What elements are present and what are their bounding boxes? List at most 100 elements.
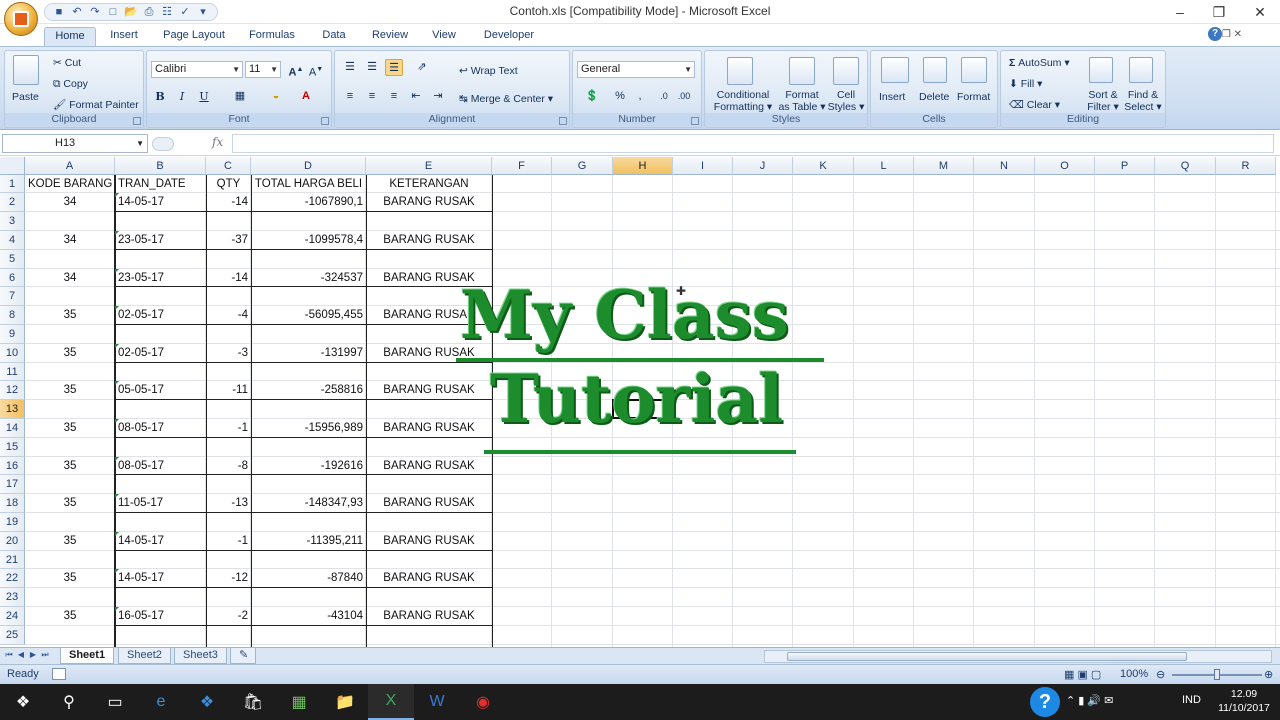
format-painter-button[interactable]: 🖌 Format Painter [53, 99, 139, 111]
align-left-icon[interactable]: ≡ [341, 88, 359, 105]
row-header-19[interactable]: 19 [0, 513, 25, 532]
cell-tran-date[interactable]: 11-05-17 [115, 494, 206, 513]
align-bottom-icon[interactable]: ☰ [385, 59, 403, 76]
tab-home[interactable]: Home [44, 27, 96, 46]
cell-kode-barang[interactable]: 35 [25, 344, 115, 363]
column-header-r[interactable]: R [1216, 157, 1276, 175]
close-button[interactable]: ✕ [1244, 2, 1276, 22]
cell-tran-date[interactable]: 08-05-17 [115, 419, 206, 438]
cell-qty[interactable]: -14 [206, 193, 251, 212]
delete-cells-button[interactable]: Delete [919, 91, 949, 103]
column-header-a[interactable]: A [25, 157, 115, 175]
header-cell[interactable]: KETERANGAN [366, 175, 492, 194]
cell-keterangan[interactable]: BARANG RUSAK [366, 193, 492, 212]
cell-total-harga-beli[interactable]: -258816 [251, 381, 366, 400]
merge-center-button[interactable]: ↹ Merge & Center ▾ [459, 93, 553, 105]
word-icon[interactable]: W [414, 684, 460, 720]
record-icon[interactable]: ◉ [460, 684, 506, 720]
font-size-select[interactable]: 11 ▼ [245, 61, 281, 78]
underline-button[interactable]: U [195, 88, 213, 105]
cell-total-harga-beli[interactable]: -87840 [251, 569, 366, 588]
currency-icon[interactable]: 💲 [579, 88, 605, 105]
clock[interactable]: 12.09 11/10/2017 [1214, 687, 1274, 715]
cell-qty[interactable]: -4 [206, 306, 251, 325]
start-icon[interactable]: ❖ [0, 684, 46, 720]
tab-insert[interactable]: Insert [100, 27, 148, 46]
row-header-8[interactable]: 8 [0, 306, 25, 325]
row-header-22[interactable]: 22 [0, 569, 25, 588]
cell-kode-barang[interactable]: 35 [25, 607, 115, 626]
paste-icon[interactable] [13, 55, 39, 85]
cell-qty[interactable]: -13 [206, 494, 251, 513]
tab-page-layout[interactable]: Page Layout [158, 27, 230, 46]
row-header-11[interactable]: 11 [0, 363, 25, 381]
column-header-d[interactable]: D [251, 157, 366, 175]
fill-color-icon[interactable]: ◒ [267, 88, 285, 105]
cell-qty[interactable]: -1 [206, 532, 251, 551]
header-cell[interactable]: QTY [206, 175, 251, 194]
column-header-g[interactable]: G [552, 157, 613, 175]
cell-kode-barang[interactable]: 34 [25, 193, 115, 212]
formula-expand-icon[interactable] [152, 137, 174, 151]
column-header-p[interactable]: P [1095, 157, 1155, 175]
cell-total-harga-beli[interactable]: -192616 [251, 457, 366, 476]
prev-sheet-icon[interactable]: ◀ [16, 650, 26, 659]
header-cell[interactable]: TRAN_DATE [115, 175, 206, 194]
cell-qty[interactable]: -37 [206, 231, 251, 250]
office-button[interactable] [4, 2, 38, 36]
row-header-16[interactable]: 16 [0, 457, 25, 475]
cell-tran-date[interactable]: 23-05-17 [115, 269, 206, 288]
row-header-17[interactable]: 17 [0, 475, 25, 494]
cell-kode-barang[interactable]: 35 [25, 457, 115, 476]
cell-keterangan[interactable]: BARANG RUSAK [366, 457, 492, 476]
insert-function-button[interactable]: fx [212, 135, 223, 149]
column-header-j[interactable]: J [733, 157, 793, 175]
cell-total-harga-beli[interactable]: -1099578,4 [251, 231, 366, 250]
row-header-21[interactable]: 21 [0, 551, 25, 569]
cell-total-harga-beli[interactable]: -43104 [251, 607, 366, 626]
align-right-icon[interactable]: ≡ [385, 88, 403, 105]
column-header-b[interactable]: B [115, 157, 206, 175]
column-header-q[interactable]: Q [1155, 157, 1216, 175]
cell-kode-barang[interactable]: 35 [25, 381, 115, 400]
cell-total-harga-beli[interactable]: -131997 [251, 344, 366, 363]
task-view-icon[interactable]: ▭ [92, 684, 138, 720]
header-cell[interactable]: KODE BARANG [25, 175, 115, 194]
view-buttons[interactable]: ▦ ▣ ▢ [1064, 668, 1101, 681]
paste-button[interactable]: Paste [12, 91, 39, 103]
borders-icon[interactable]: ▦ [231, 88, 249, 105]
format-cells-button[interactable]: Format [957, 91, 990, 103]
sheet-tab-1[interactable]: Sheet1 [60, 648, 115, 664]
cell-total-harga-beli[interactable]: -56095,455 [251, 306, 366, 325]
cell-qty[interactable]: -3 [206, 344, 251, 363]
cell-qty[interactable]: -12 [206, 569, 251, 588]
number-launcher-icon[interactable] [691, 117, 699, 125]
conditional-formatting-button[interactable]: Conditional Formatting ▾ [711, 89, 775, 113]
row-header-12[interactable]: 12 [0, 381, 25, 400]
align-top-icon[interactable]: ☰ [341, 59, 359, 76]
cell-kode-barang[interactable]: 35 [25, 532, 115, 551]
selected-cell[interactable] [612, 399, 673, 419]
format-as-table-button[interactable]: Format as Table ▾ [775, 89, 829, 113]
row-header-10[interactable]: 10 [0, 344, 25, 363]
column-header-k[interactable]: K [793, 157, 854, 175]
align-middle-icon[interactable]: ☰ [363, 59, 381, 76]
excel-icon[interactable]: X [368, 684, 414, 720]
cell-kode-barang[interactable]: 35 [25, 494, 115, 513]
decrease-decimal-icon[interactable]: .00 [675, 88, 693, 105]
edge-icon[interactable]: e [138, 684, 184, 720]
wrap-text-button[interactable]: ↩ Wrap Text [459, 65, 518, 77]
row-header-2[interactable]: 2 [0, 193, 25, 212]
tab-formulas[interactable]: Formulas [242, 27, 302, 46]
font-launcher-icon[interactable] [321, 117, 329, 125]
cell-kode-barang[interactable]: 35 [25, 419, 115, 438]
number-format-select[interactable]: General ▼ [577, 61, 695, 78]
dropbox-icon[interactable]: ❖ [184, 684, 230, 720]
cell-total-harga-beli[interactable]: -15956,989 [251, 419, 366, 438]
bold-button[interactable]: B [151, 88, 169, 105]
copy-button[interactable]: ⧉ Copy [53, 78, 88, 90]
cell-styles-button[interactable]: Cell Styles ▾ [825, 89, 867, 113]
cell-keterangan[interactable]: BARANG RUSAK [366, 419, 492, 438]
column-header-i[interactable]: I [673, 157, 733, 175]
column-header-m[interactable]: M [914, 157, 974, 175]
